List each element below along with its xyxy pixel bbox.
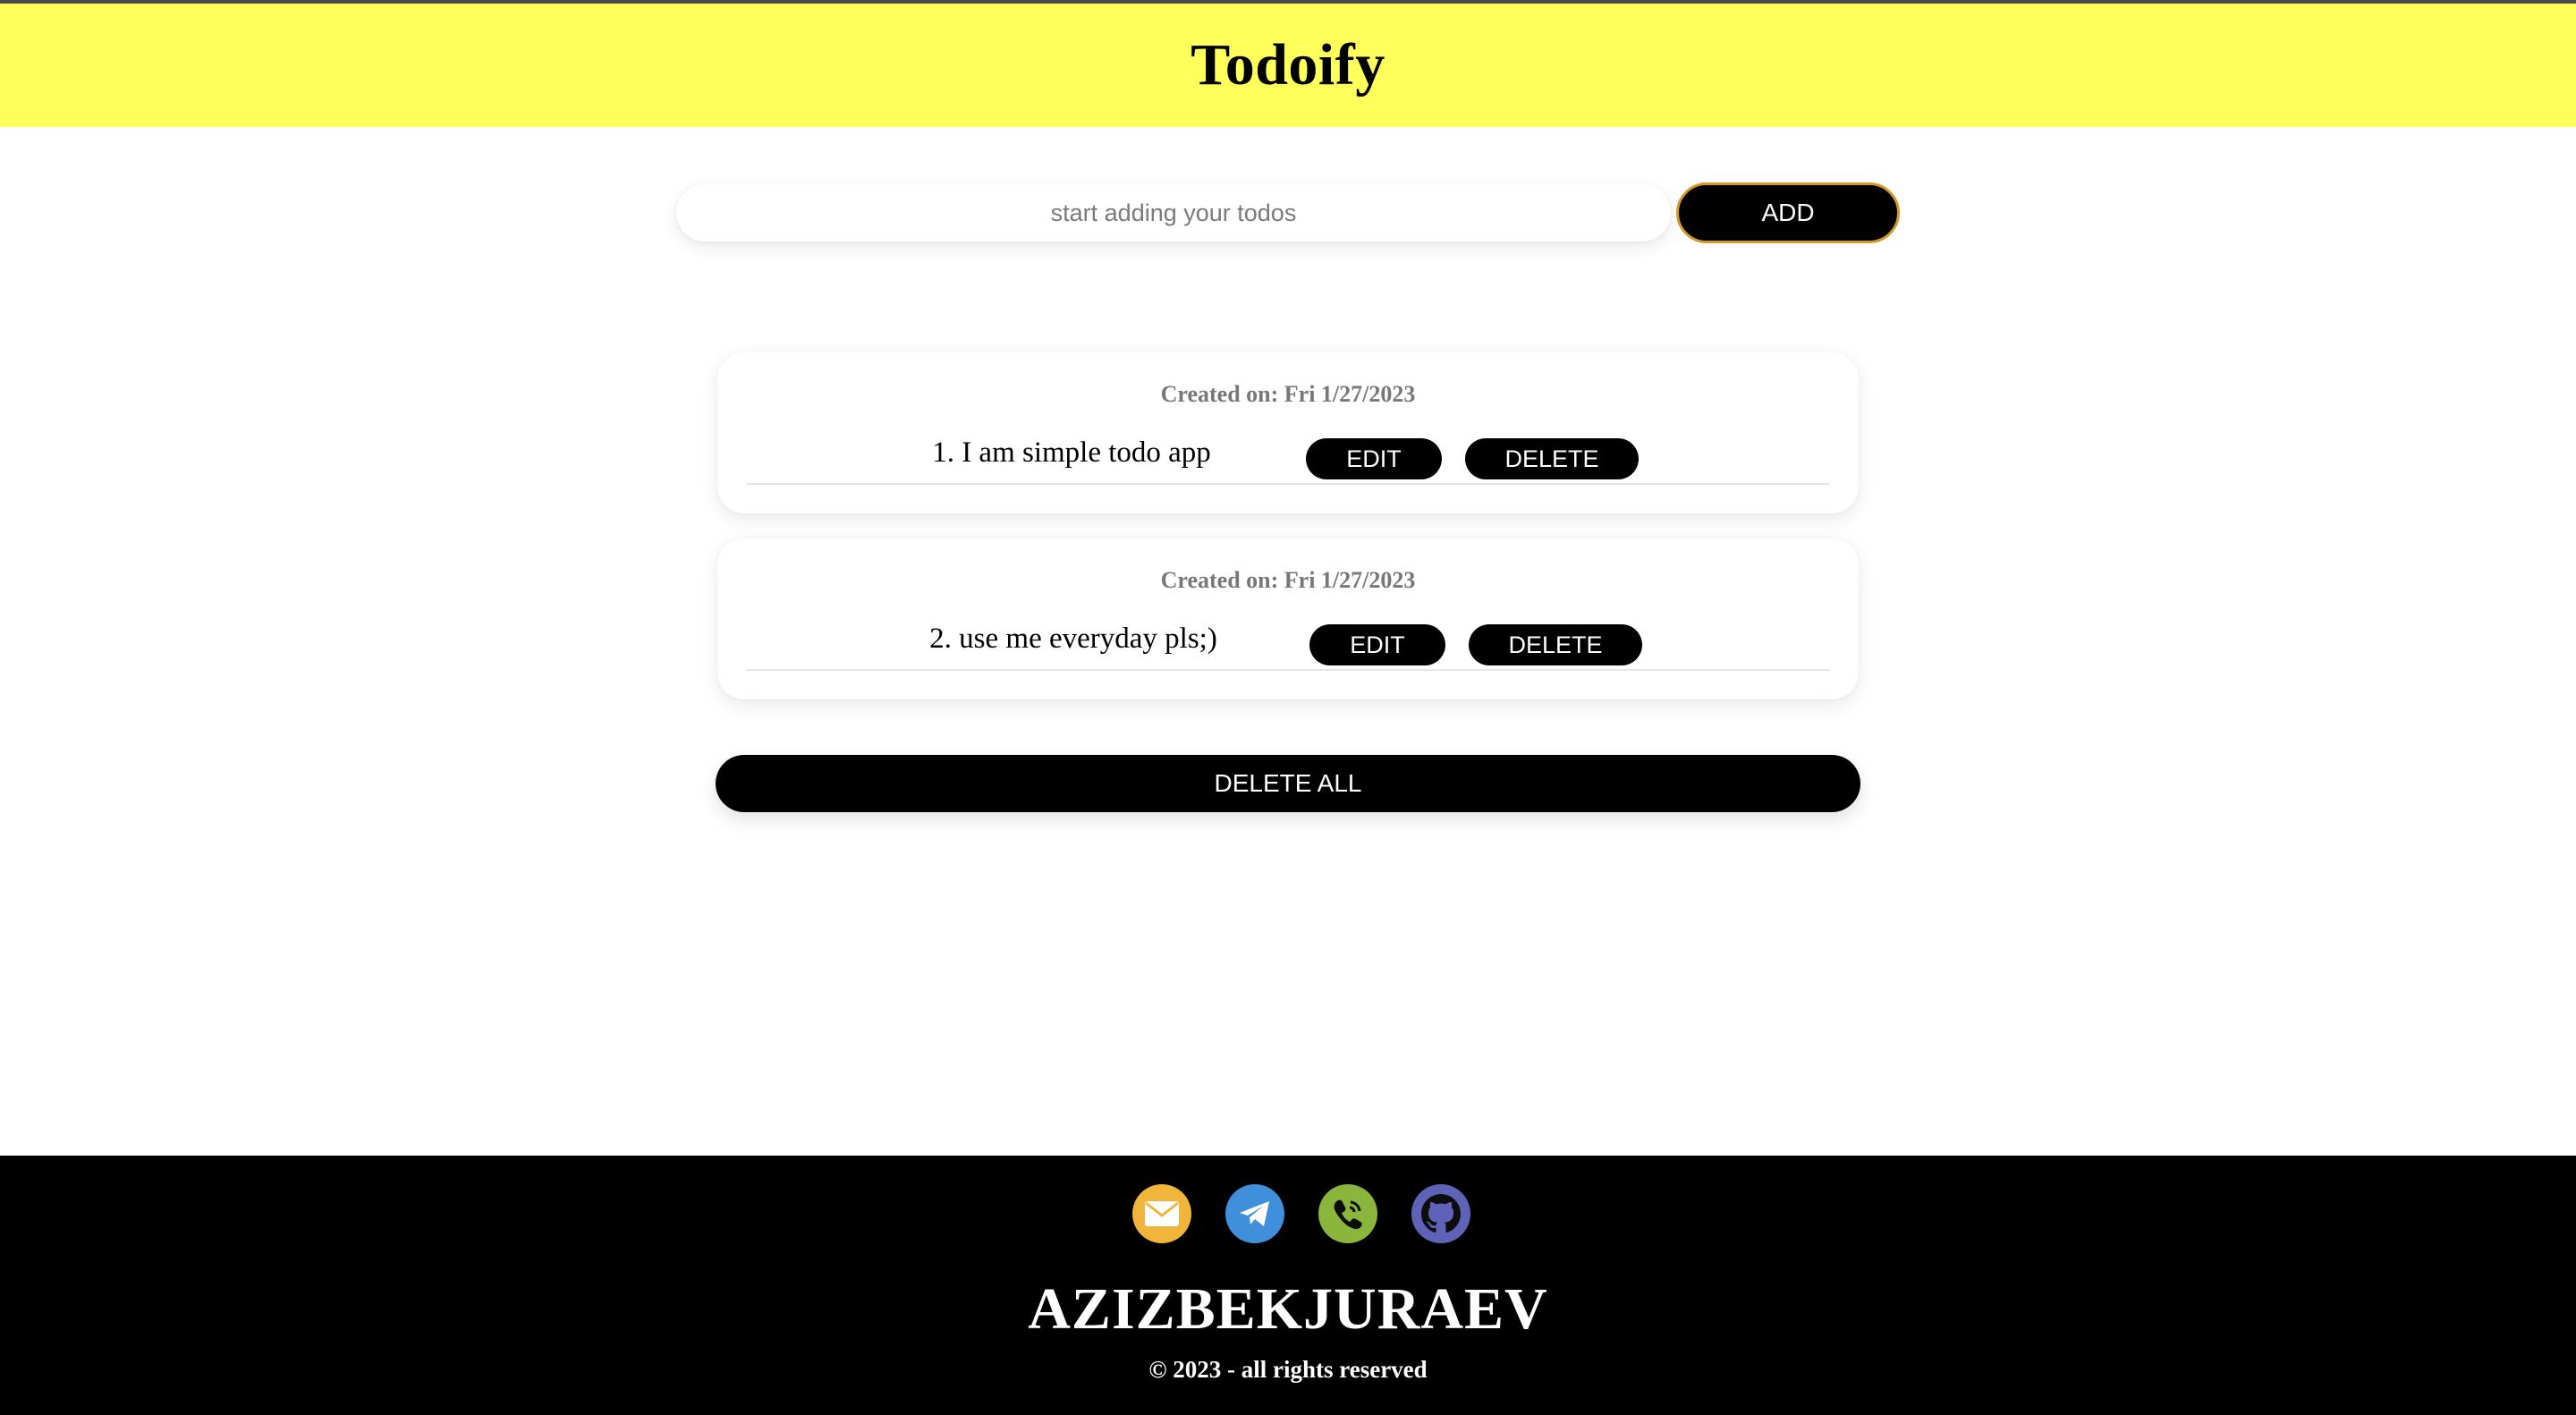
created-date: Created on: Fri 1/27/2023 [1160,381,1416,407]
delete-all-button[interactable]: DELETE ALL [716,755,1860,812]
todo-text: 2. use me everyday pls;) [929,623,1217,655]
telegram-icon[interactable] [1225,1184,1284,1243]
footer: AZIZBEKJURAEV © 2023 - all rights reserv… [0,1156,2576,1415]
copyright-text: © 2023 - all rights reserved [1148,1356,1428,1383]
add-button[interactable]: ADD [1676,182,1900,243]
edit-button[interactable]: EDIT [1309,624,1445,665]
footer-brand: AZIZBEKJURAEV [1028,1276,1548,1342]
todo-item: Created on: Fri 1/27/2023 2. use me ever… [717,538,1859,699]
todo-divider [746,669,1830,671]
edit-button[interactable]: EDIT [1306,438,1442,479]
delete-button[interactable]: DELETE [1469,624,1642,665]
app-title: Todoify [1191,32,1385,97]
todo-text: 1. I am simple todo app [932,436,1211,469]
delete-button[interactable]: DELETE [1465,438,1639,479]
todo-item: Created on: Fri 1/27/2023 1. I am simple… [717,352,1859,513]
mail-icon[interactable] [1132,1184,1191,1243]
todo-divider [746,483,1830,485]
github-icon[interactable] [1411,1184,1470,1243]
app-header: Todoify [0,4,2576,127]
phone-icon[interactable] [1318,1184,1377,1243]
todo-input[interactable] [676,184,1671,241]
created-date: Created on: Fri 1/27/2023 [1160,567,1416,593]
add-todo-form: ADD [676,182,1900,243]
social-links [1132,1184,1472,1245]
